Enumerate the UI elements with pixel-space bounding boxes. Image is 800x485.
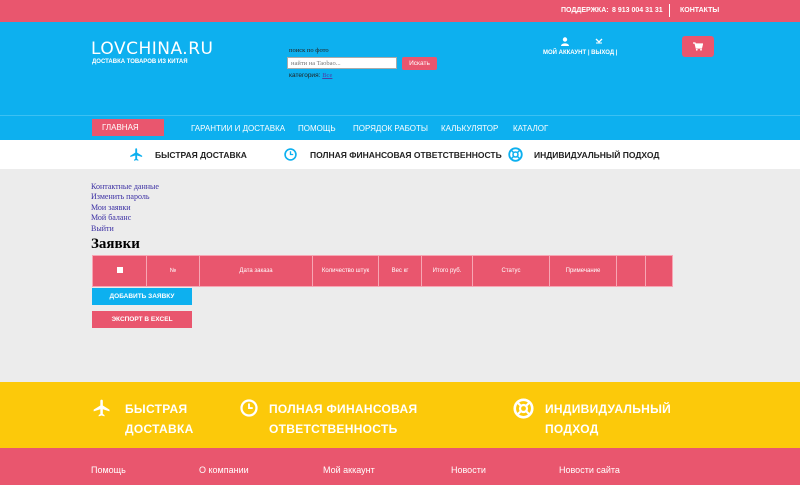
top-bar: ПОДДЕРЖКА: 8 913 004 31 31 КОНТАКТЫ xyxy=(0,0,800,22)
col-action-1 xyxy=(616,255,646,287)
col-quantity: Количество штук xyxy=(312,255,379,287)
select-all-cell xyxy=(92,255,147,287)
export-excel-button[interactable]: ЭКСПОРТ В EXCEL xyxy=(92,311,192,328)
select-all-checkbox[interactable] xyxy=(116,267,123,273)
feature-responsibility: ПОЛНАЯ ФИНАНСОВАЯ ОТВЕТСТВЕННОСТЬ xyxy=(310,150,502,160)
main-content: Контактные данные Изменить пароль Мои за… xyxy=(0,169,800,382)
feature-fast-delivery: БЫСТРАЯ ДОСТАВКА xyxy=(155,150,247,160)
clock-icon xyxy=(240,399,258,417)
col-note: Примечание xyxy=(549,255,617,287)
site-logo[interactable]: LOVCHINA.RU xyxy=(91,39,213,59)
logout-link[interactable]: ВЫХОД xyxy=(591,50,614,56)
search-input[interactable] xyxy=(287,57,397,69)
nav-catalog[interactable]: КАТАЛОГ xyxy=(513,124,548,133)
airplane-icon xyxy=(130,148,143,161)
clock-icon xyxy=(284,148,297,161)
col-status: Статус xyxy=(472,255,550,287)
banner-line: ДОСТАВКА xyxy=(125,422,194,436)
contacts-link[interactable]: КОНТАКТЫ xyxy=(680,7,719,14)
topbar-divider xyxy=(669,4,670,17)
cart-button[interactable] xyxy=(682,36,714,57)
banner-line: БЫСТРАЯ xyxy=(125,402,188,416)
category-filter: категория: Все xyxy=(289,72,332,79)
link-logout[interactable]: Выйти xyxy=(91,224,159,234)
account-menu: Контактные данные Изменить пароль Мои за… xyxy=(91,182,159,234)
feature-individual: ИНДИВИДУАЛЬНЫЙ ПОДХОД xyxy=(534,150,660,160)
lifebuoy-icon xyxy=(513,398,534,419)
orders-table: № Дата заказа Количество штук Вес кг Ито… xyxy=(92,255,673,287)
banner-line: ПОЛНАЯ ФИНАНСОВАЯ xyxy=(269,402,418,416)
banner-line: ПОДХОД xyxy=(545,422,599,436)
nav-help[interactable]: ПОМОЩЬ xyxy=(298,124,336,133)
nav-home[interactable]: ГЛАВНАЯ xyxy=(92,119,164,136)
page-title: Заявки xyxy=(91,236,140,252)
photo-search-link[interactable]: поиск по фото xyxy=(289,47,329,54)
lifebuoy-icon xyxy=(508,147,523,162)
main-nav: ГЛАВНАЯ ГАРАНТИИ И ДОСТАВКА ПОМОЩЬ ПОРЯД… xyxy=(0,115,800,140)
banner-fast-delivery: БЫСТРАЯ ДОСТАВКА xyxy=(125,399,194,439)
add-order-button[interactable]: ДОБАВИТЬ ЗАЯВКУ xyxy=(92,288,192,305)
footer-my-account[interactable]: Мой аккаунт xyxy=(323,465,375,475)
category-label: категория: xyxy=(289,72,321,79)
support-label: ПОДДЕРЖКА: xyxy=(561,7,609,14)
banner-line: ОТВЕТСТВЕННОСТЬ xyxy=(269,422,398,436)
features-banner: БЫСТРАЯ ДОСТАВКА ПОЛНАЯ ФИНАНСОВАЯ ОТВЕТ… xyxy=(0,382,800,448)
col-number: № xyxy=(146,255,200,287)
airplane-icon xyxy=(93,399,110,417)
col-total: Итого руб. xyxy=(421,255,473,287)
exit-icon[interactable] xyxy=(595,37,603,46)
search-button[interactable]: Искать xyxy=(402,57,437,70)
user-icon[interactable] xyxy=(561,37,569,46)
support-phone: 8 913 004 31 31 xyxy=(612,7,663,14)
category-select[interactable]: Все xyxy=(322,72,332,79)
logo-tagline: ДОСТАВКА ТОВАРОВ ИЗ КИТАЯ xyxy=(92,59,188,65)
footer-about[interactable]: О компании xyxy=(199,465,249,475)
site-footer: Помощь О компании Мой аккаунт Новости Но… xyxy=(0,448,800,485)
nav-workflow[interactable]: ПОРЯДОК РАБОТЫ xyxy=(353,124,428,133)
account-links: МОЙ АККАУНТ | ВЫХОД | xyxy=(543,50,617,56)
footer-site-news[interactable]: Новости сайта xyxy=(559,465,620,475)
table-header-row: № Дата заказа Количество штук Вес кг Ито… xyxy=(92,255,673,287)
banner-responsibility: ПОЛНАЯ ФИНАНСОВАЯ ОТВЕТСТВЕННОСТЬ xyxy=(269,399,417,439)
col-action-2 xyxy=(645,255,673,287)
link-change-password[interactable]: Изменить пароль xyxy=(91,192,159,202)
nav-guarantees[interactable]: ГАРАНТИИ И ДОСТАВКА xyxy=(191,124,285,133)
cart-icon xyxy=(693,42,703,51)
footer-news[interactable]: Новости xyxy=(451,465,486,475)
banner-line: ИНДИВИДУАЛЬНЫЙ xyxy=(545,402,672,416)
features-strip: БЫСТРАЯ ДОСТАВКА ПОЛНАЯ ФИНАНСОВАЯ ОТВЕТ… xyxy=(0,140,800,169)
my-account-link[interactable]: МОЙ АККАУНТ xyxy=(543,50,586,56)
link-my-balance[interactable]: Мой баланс xyxy=(91,213,159,223)
col-weight: Вес кг xyxy=(378,255,422,287)
nav-calculator[interactable]: КАЛЬКУЛЯТОР xyxy=(441,124,498,133)
banner-individual: ИНДИВИДУАЛЬНЫЙ ПОДХОД xyxy=(545,399,671,439)
divider: | xyxy=(615,50,618,56)
footer-help[interactable]: Помощь xyxy=(91,465,126,475)
col-order-date: Дата заказа xyxy=(199,255,313,287)
link-contact-data[interactable]: Контактные данные xyxy=(91,182,159,192)
link-my-orders[interactable]: Мои заявки xyxy=(91,203,159,213)
